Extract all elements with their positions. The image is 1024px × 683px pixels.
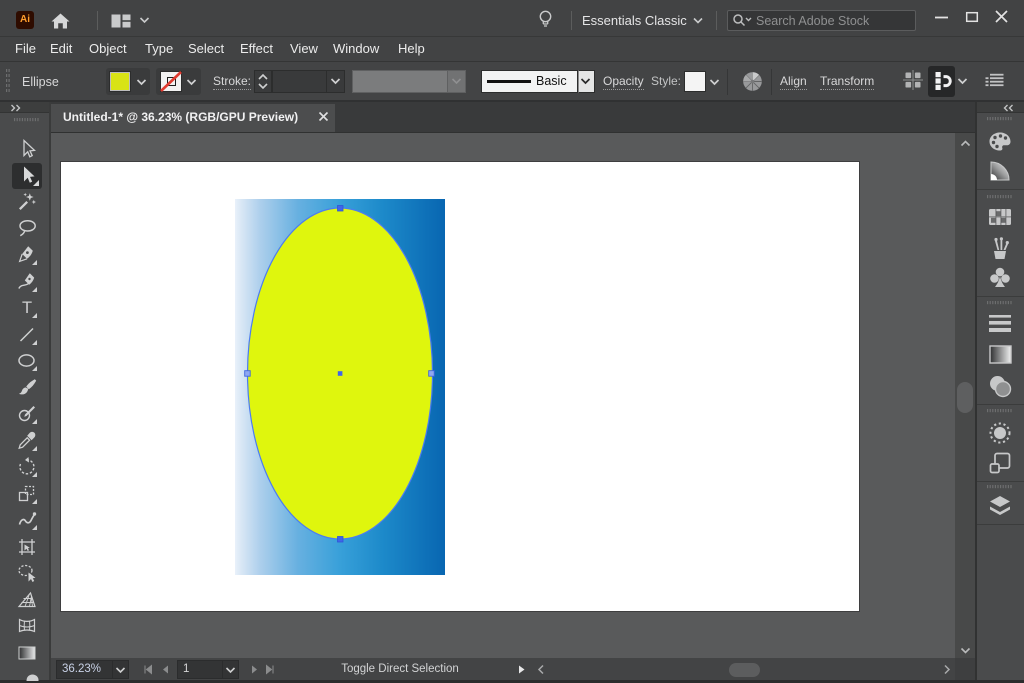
svg-text:T: T [22,299,32,317]
